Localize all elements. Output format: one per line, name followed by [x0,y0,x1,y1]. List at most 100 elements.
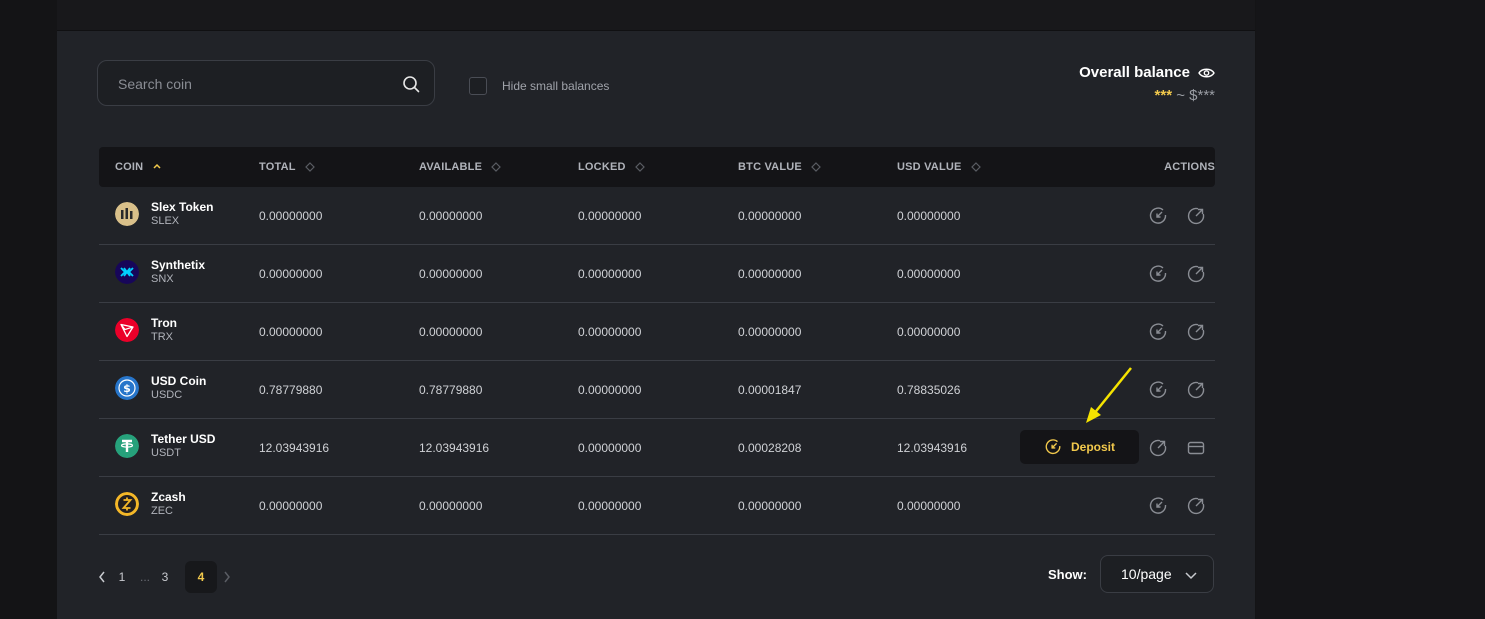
cell-locked: 0.00000000 [578,498,642,513]
cell-btc-value: 0.00000000 [738,324,802,339]
svg-text:$: $ [123,382,131,395]
cell-available: 0.00000000 [419,266,483,281]
withdraw-icon[interactable] [1186,380,1206,400]
cell-usd-value: 0.78835026 [897,382,961,397]
table-row: Zcash ZEC 0.00000000 0.00000000 0.000000… [99,477,1215,535]
wallet-panel: Hide small balances Overall balance *** … [57,31,1255,619]
table-row: Slex Token SLEX 0.00000000 0.00000000 0.… [99,187,1215,245]
table-row: $ USD Coin USDC 0.78779880 0.78779880 0.… [99,361,1215,419]
cell-locked: 0.00000000 [578,382,642,397]
tether-icon [115,434,139,458]
balance-hidden-usd: ~ $*** [1172,87,1215,104]
sort-icon [970,162,981,172]
chevron-right-icon[interactable] [222,561,232,593]
sort-icon [304,162,315,172]
header-coin-label: COIN [115,161,144,173]
withdraw-icon[interactable] [1186,264,1206,284]
withdraw-icon[interactable] [1186,206,1206,226]
page-size-label: Show: [1048,567,1087,582]
header-usd-value[interactable]: USD VALUE [897,161,981,173]
header-actions-label: ACTIONS [1164,161,1215,173]
zcash-icon [115,492,139,516]
coin-symbol: ZEC [151,505,173,517]
page-4-current[interactable]: 4 [185,561,217,593]
header-btc-value[interactable]: BTC VALUE [738,161,821,173]
synthetix-icon [115,260,139,284]
tron-icon [115,318,139,342]
cell-btc-value: 0.00001847 [738,382,802,397]
cell-btc-value: 0.00028208 [738,440,802,455]
cell-available: 0.00000000 [419,208,483,223]
header-available[interactable]: AVAILABLE [419,161,501,173]
cell-usd-value: 12.03943916 [897,440,968,455]
cell-available: 0.78779880 [419,382,483,397]
slex-token-icon [115,202,139,226]
cell-available: 0.00000000 [419,324,483,339]
hide-small-checkbox[interactable] [469,77,487,95]
withdraw-icon[interactable] [1186,322,1206,342]
coin-name: Synthetix [151,258,206,272]
hide-small-label: Hide small balances [502,79,610,93]
coin-symbol: TRX [151,331,173,343]
page-3[interactable]: 3 [160,561,170,593]
withdraw-icon[interactable] [1148,438,1168,458]
withdraw-icon[interactable] [1186,496,1206,516]
header-coin[interactable]: COIN [115,161,162,173]
cell-usd-value: 0.00000000 [897,266,961,281]
header-locked-label: LOCKED [578,161,626,173]
deposit-icon[interactable] [1148,322,1168,342]
deposit-button[interactable]: Deposit [1020,430,1139,464]
usd-coin-icon: $ [115,376,139,400]
deposit-icon[interactable] [1148,380,1168,400]
header-total[interactable]: TOTAL [259,161,315,173]
deposit-icon[interactable] [1148,496,1168,516]
cell-usd-value: 0.00000000 [897,498,961,513]
overall-balance: Overall balance *** ~ $*** [1079,64,1215,104]
table-row: Tether USD USDT 12.03943916 12.03943916 … [99,419,1215,477]
hide-small-balances[interactable]: Hide small balances [469,76,609,96]
cell-available: 12.03943916 [419,440,490,455]
coin-symbol: USDT [151,447,181,459]
coin-symbol: USDC [151,389,183,401]
header-btc-label: BTC VALUE [738,161,802,173]
cell-usd-value: 0.00000000 [897,208,961,223]
cell-total: 0.00000000 [259,498,323,513]
cell-usd-value: 0.00000000 [897,324,961,339]
cell-locked: 0.00000000 [578,266,642,281]
cell-locked: 0.00000000 [578,440,642,455]
background-right [1256,0,1485,619]
cell-available: 0.00000000 [419,498,483,513]
coin-symbol: SNX [151,273,174,285]
cell-total: 12.03943916 [259,440,330,455]
search-icon[interactable] [402,75,420,93]
cell-btc-value: 0.00000000 [738,498,802,513]
top-band [57,0,1255,31]
page-size-value: 10/page [1121,566,1172,582]
search-input[interactable] [116,61,390,107]
coin-name: Tron [151,316,177,330]
balances-table: COIN TOTAL AVAILABLE LOCKED BTC VALUE US… [99,147,1215,535]
header-actions: ACTIONS [1135,161,1215,173]
deposit-icon[interactable] [1148,264,1168,284]
cell-total: 0.00000000 [259,208,323,223]
cell-btc-value: 0.00000000 [738,208,802,223]
table-row: Synthetix SNX 0.00000000 0.00000000 0.00… [99,245,1215,303]
card-icon[interactable] [1186,438,1206,458]
coin-name: Tether USD [151,432,216,446]
chevron-left-icon[interactable] [97,561,107,593]
coin-name: Slex Token [151,200,214,214]
eye-icon[interactable] [1198,67,1215,79]
sort-asc-icon [153,163,161,169]
page-1[interactable]: 1 [117,561,127,593]
page-size-select[interactable]: 10/page [1100,555,1214,593]
cell-locked: 0.00000000 [578,208,642,223]
header-locked[interactable]: LOCKED [578,161,645,173]
header-total-label: TOTAL [259,161,296,173]
deposit-icon[interactable] [1148,206,1168,226]
overall-balance-title: Overall balance [1079,64,1190,81]
header-available-label: AVAILABLE [419,161,483,173]
annotation-arrow [1086,367,1132,423]
deposit-icon [1045,439,1061,455]
cell-locked: 0.00000000 [578,324,642,339]
deposit-label: Deposit [1070,440,1115,454]
